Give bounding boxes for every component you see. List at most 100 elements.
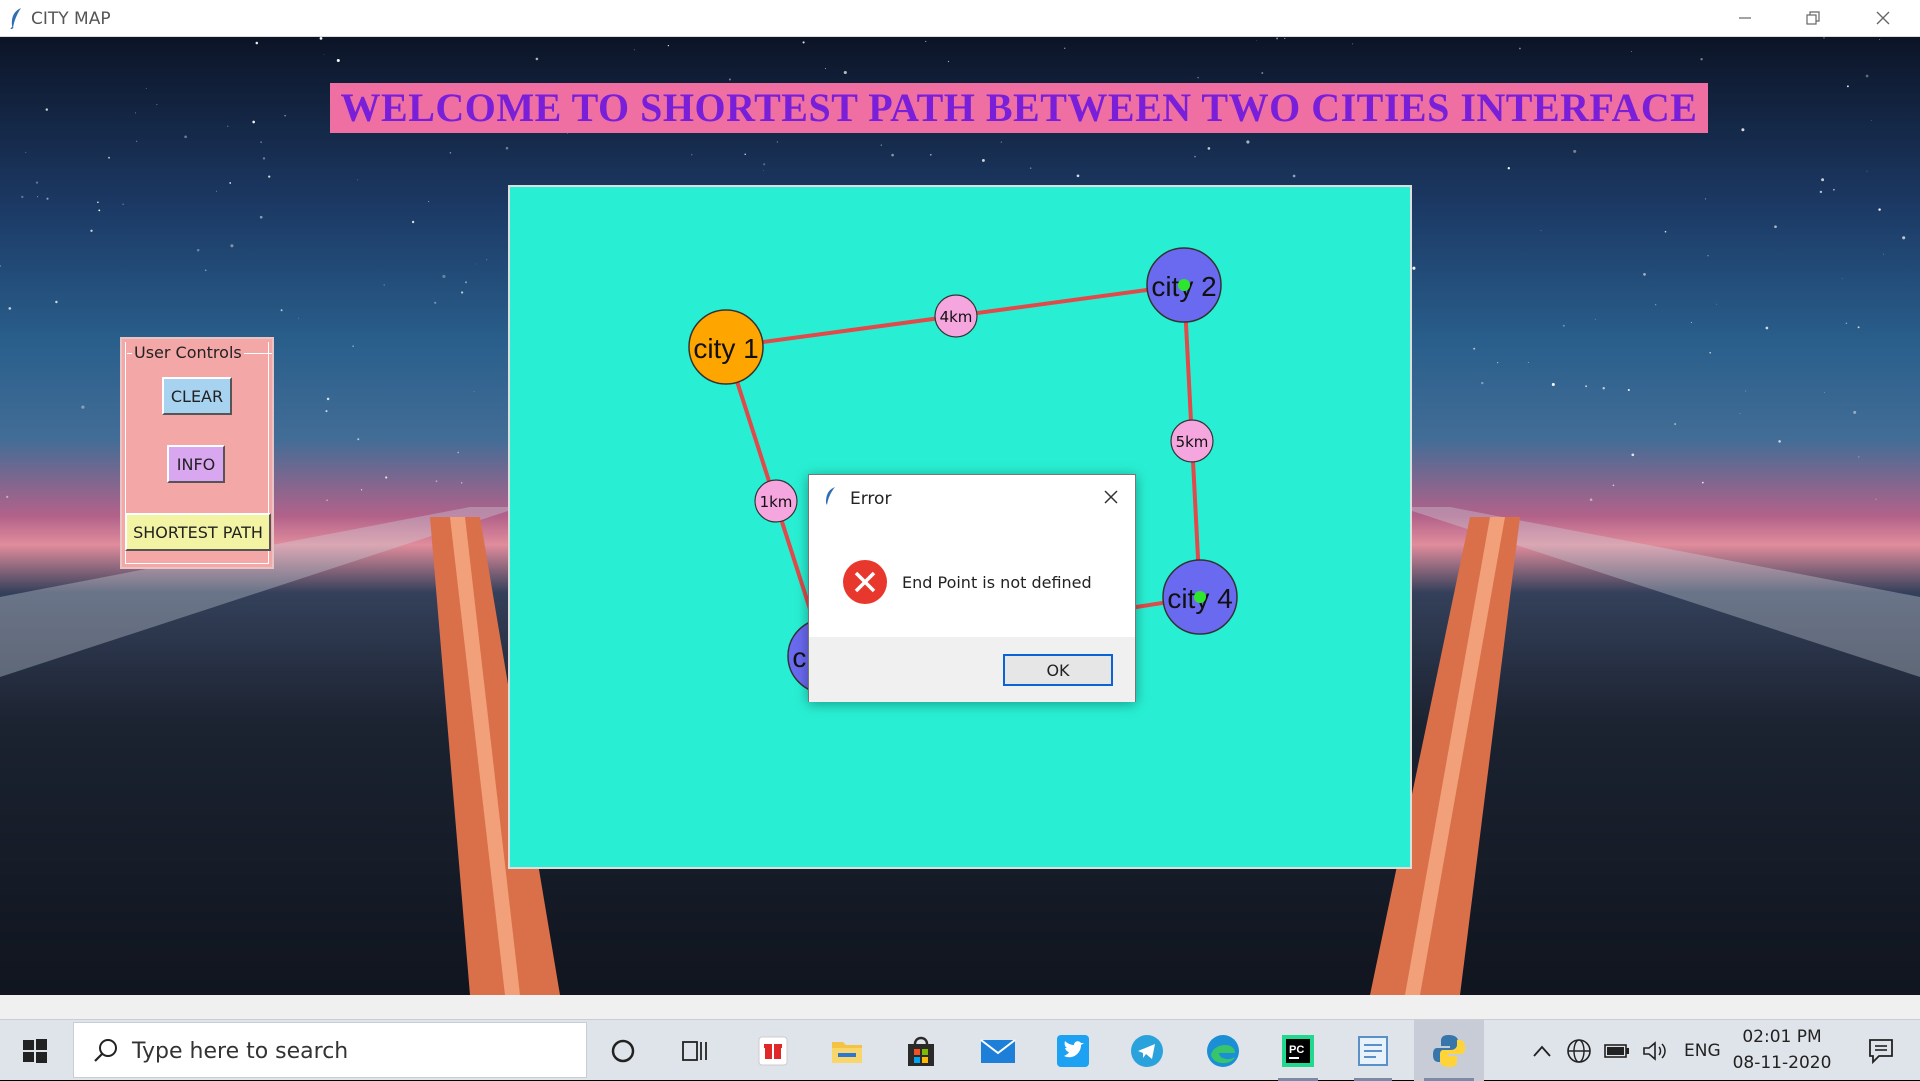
star (326, 397, 330, 401)
twitter-icon (1057, 1034, 1089, 1067)
star (925, 40, 927, 42)
city-node-1[interactable]: city 1 (688, 309, 764, 385)
star (981, 158, 985, 162)
city-node-2[interactable]: city 2 (1146, 247, 1222, 323)
gift-app-button[interactable] (748, 1020, 798, 1081)
taskbar-search-box[interactable]: Type here to search (73, 1022, 587, 1078)
star (21, 195, 24, 199)
python-app-button[interactable] (1414, 1020, 1484, 1081)
pycharm-button[interactable]: PC (1268, 1020, 1328, 1081)
star (1518, 47, 1521, 50)
star (1292, 174, 1296, 178)
star (284, 115, 286, 117)
cortana-icon (611, 1039, 635, 1062)
star (763, 163, 766, 166)
search-placeholder: Type here to search (132, 1039, 349, 1064)
task-view-button[interactable] (672, 1020, 718, 1081)
window-bottom-strip (0, 995, 1920, 1019)
city-label: city 1 (693, 333, 758, 364)
dialog-body: End Point is not defined (809, 521, 1135, 637)
star (1878, 208, 1881, 211)
mail-button[interactable] (972, 1020, 1024, 1081)
star (1627, 388, 1630, 392)
file-explorer-button[interactable] (822, 1020, 872, 1081)
star (475, 263, 477, 265)
star (255, 41, 259, 45)
restore-button[interactable] (1778, 0, 1848, 36)
star (1841, 278, 1843, 280)
edge-button[interactable] (1198, 1020, 1248, 1081)
star (535, 57, 539, 61)
store-button[interactable] (896, 1020, 946, 1081)
star (442, 274, 446, 278)
action-center-button[interactable] (1856, 1020, 1906, 1081)
star (1765, 326, 1769, 330)
star (268, 175, 271, 178)
start-button[interactable] (0, 1020, 70, 1081)
star (434, 301, 437, 304)
star (691, 154, 693, 156)
dialog-close-button[interactable] (1099, 485, 1123, 509)
task-view-icon (682, 1040, 707, 1061)
battery-button[interactable] (1604, 1020, 1634, 1081)
show-hidden-icons-button[interactable] (1532, 1020, 1560, 1081)
notepad-button[interactable] (1344, 1020, 1402, 1081)
minimize-button[interactable] (1710, 0, 1780, 36)
star (1704, 198, 1707, 200)
store-icon (908, 1036, 934, 1066)
star (667, 44, 670, 47)
cortana-button[interactable] (600, 1020, 646, 1081)
pycharm-icon: PC (1282, 1034, 1314, 1067)
star (1741, 128, 1745, 132)
star (1540, 230, 1542, 232)
star (728, 78, 731, 81)
twitter-button[interactable] (1048, 1020, 1098, 1081)
restore-icon (1806, 11, 1820, 25)
svg-text:1km: 1km (760, 493, 793, 511)
error-icon (843, 560, 887, 604)
star (98, 209, 101, 212)
edge-icon (1207, 1034, 1239, 1067)
star (383, 284, 385, 286)
ok-button[interactable]: OK (1003, 654, 1113, 686)
taskbar-clock[interactable]: 02:01 PM 08-11-2020 (1728, 1024, 1836, 1076)
star (1076, 174, 1080, 178)
star (1562, 324, 1565, 327)
star (204, 269, 207, 272)
user-controls-legend: User Controls (132, 343, 244, 362)
star (325, 410, 328, 413)
clear-button[interactable]: CLEAR (162, 377, 232, 415)
welcome-banner: WELCOME TO SHORTEST PATH BETWEEN TWO CIT… (330, 83, 1708, 133)
star (1690, 322, 1692, 324)
telegram-button[interactable] (1122, 1020, 1172, 1081)
telegram-icon (1131, 1034, 1163, 1067)
window-titlebar: CITY MAP (0, 0, 1920, 37)
star (97, 201, 99, 204)
star (1631, 51, 1632, 52)
user-controls-panel: User Controls CLEAR INFO SHORTEST PATH (120, 337, 274, 569)
network-button[interactable] (1566, 1020, 1596, 1081)
shortest-path-button[interactable]: SHORTEST PATH (125, 513, 271, 551)
globe-icon (1567, 1038, 1591, 1063)
dialog-footer: OK (809, 637, 1135, 702)
dialog-title: Error (850, 489, 892, 509)
star (297, 317, 299, 319)
star (1674, 423, 1676, 425)
star (1256, 40, 1257, 41)
info-button[interactable]: INFO (167, 445, 225, 483)
star (1833, 188, 1835, 191)
star (1573, 149, 1577, 153)
star (1643, 273, 1646, 276)
star (449, 152, 452, 154)
star (336, 58, 340, 63)
star (1858, 456, 1860, 458)
close-window-button[interactable] (1848, 0, 1918, 36)
star (1029, 167, 1032, 169)
city-node-4[interactable]: city 4 (1162, 559, 1238, 635)
volume-button[interactable] (1642, 1020, 1672, 1081)
svg-text:4km: 4km (940, 308, 973, 326)
language-indicator[interactable]: ENG (1684, 1020, 1724, 1081)
star (55, 300, 58, 304)
clock-time: 02:01 PM (1742, 1027, 1822, 1047)
star (1246, 140, 1250, 144)
